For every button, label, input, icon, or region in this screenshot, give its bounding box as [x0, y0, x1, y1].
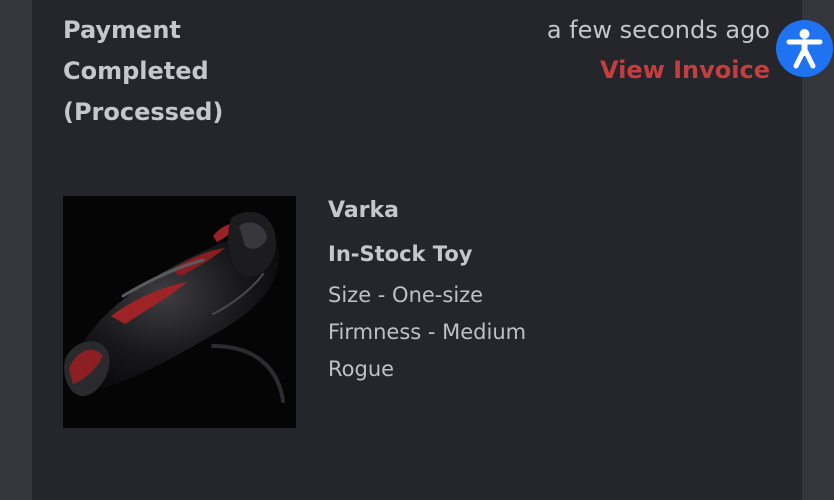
product-colorway: Rogue [328, 357, 395, 381]
view-invoice-link[interactable]: View Invoice [600, 50, 770, 91]
status-line-1: Payment [63, 16, 181, 44]
status-line-3: (Processed) [63, 98, 224, 126]
timestamp: a few seconds ago [546, 16, 770, 44]
product-image[interactable] [63, 196, 296, 428]
product-firmness: Firmness - Medium [328, 320, 527, 344]
payment-status: Payment Completed (Processed) [63, 10, 323, 133]
accessibility-button[interactable] [776, 20, 833, 77]
product-details: Varka In-Stock Toy Size - One-size Firmn… [328, 192, 526, 388]
status-line-2: Completed [63, 57, 209, 85]
product-type: In-Stock Toy [328, 242, 473, 266]
order-card: Payment Completed (Processed) a few seco… [32, 0, 802, 500]
product-name[interactable]: Varka [328, 192, 526, 230]
page: Payment Completed (Processed) a few seco… [0, 0, 834, 500]
accessibility-icon [786, 29, 823, 69]
product-photo-icon [63, 196, 296, 428]
product-size: Size - One-size [328, 283, 484, 307]
